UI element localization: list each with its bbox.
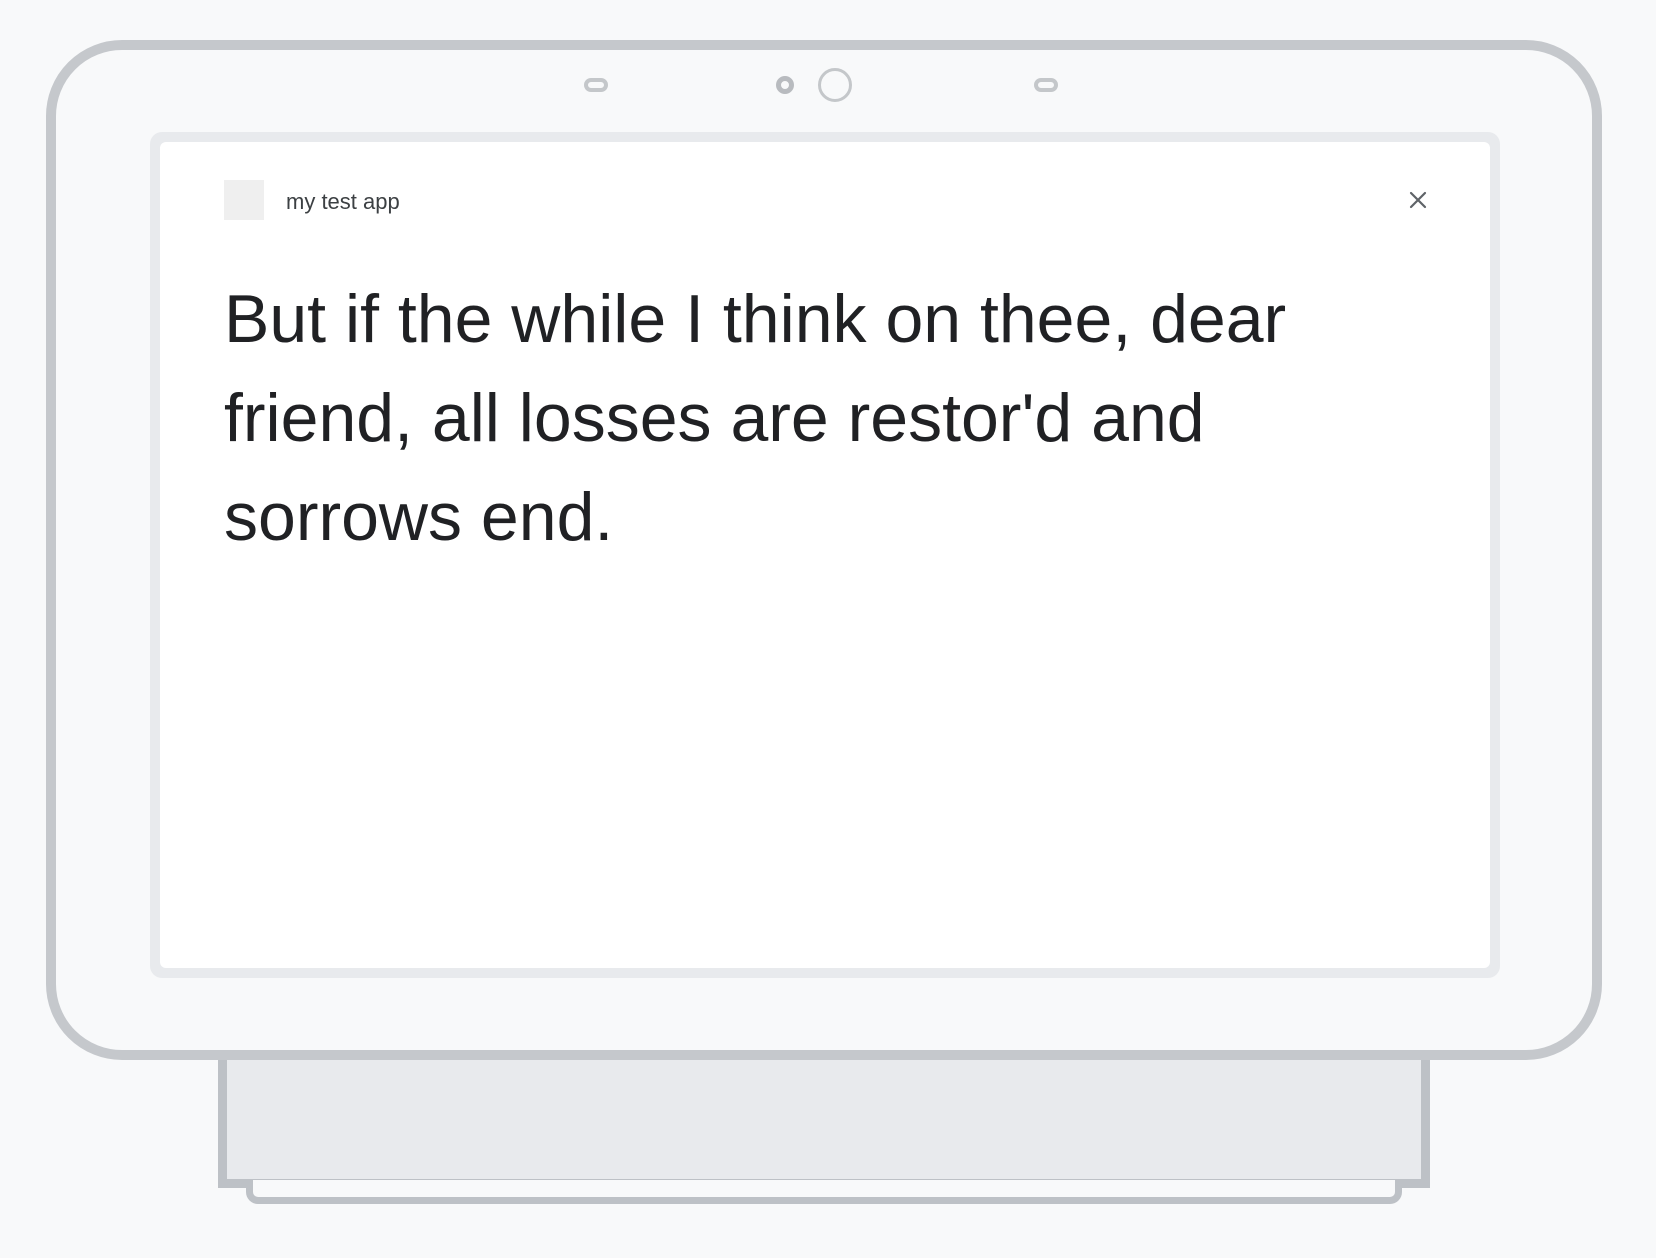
left-sensor [584, 78, 608, 92]
screen-bezel: my test app But if the while I think on … [150, 132, 1500, 978]
app-name: my test app [286, 189, 400, 214]
close-button[interactable] [1402, 184, 1434, 216]
close-icon [1409, 191, 1427, 209]
app-header: my test app [224, 180, 1434, 220]
smart-display-device: my test app But if the while I think on … [46, 40, 1602, 1060]
app-icon [224, 180, 264, 220]
device-stand [218, 1040, 1430, 1188]
microphone-indicator [776, 76, 794, 94]
right-sensor [1034, 78, 1058, 92]
device-stand-foot [246, 1180, 1402, 1204]
display-screen: my test app But if the while I think on … [160, 142, 1490, 968]
camera-lens [818, 68, 852, 102]
main-text: But if the while I think on thee, dear f… [224, 281, 1287, 555]
